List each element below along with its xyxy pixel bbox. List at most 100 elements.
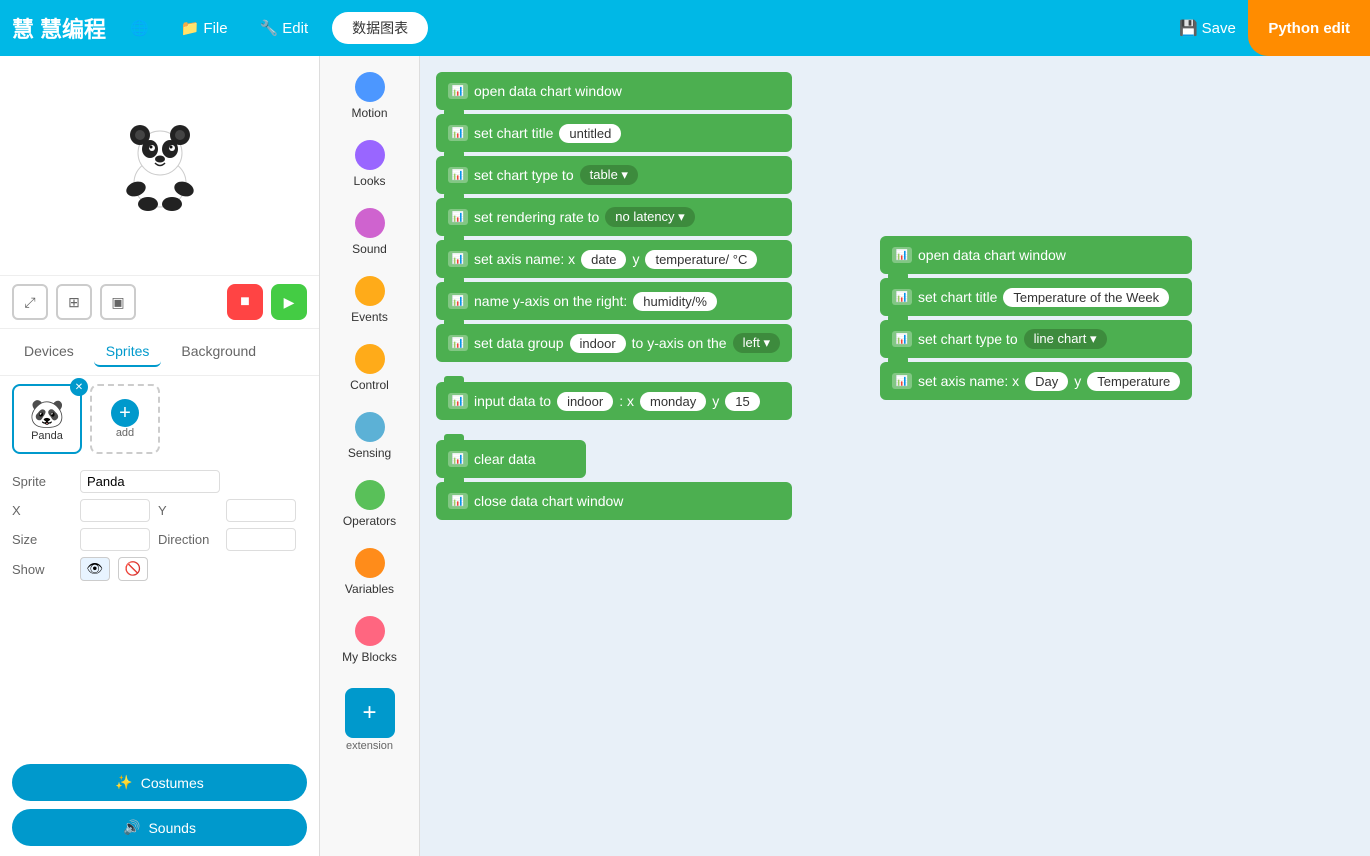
sound-icon: 🔊 — [123, 819, 140, 836]
chart-type-dropdown[interactable]: table ▾ — [580, 165, 638, 185]
shrink-button[interactable]: ▣ — [100, 284, 136, 320]
x-input[interactable]: -15 — [80, 499, 150, 522]
sprite-name-input[interactable] — [80, 470, 220, 493]
blocks-workspace: 📊 open data chart window 📊 set chart tit… — [420, 56, 1370, 856]
right-axis-pill[interactable]: humidity/% — [633, 292, 717, 311]
cat-variables[interactable]: Variables — [325, 540, 415, 604]
group-pill[interactable]: indoor — [570, 334, 626, 353]
input-group-pill[interactable]: indoor — [557, 392, 613, 411]
x-axis-pill[interactable]: date — [581, 250, 626, 269]
expand-button[interactable]: ⤢ — [12, 284, 48, 320]
motion-dot — [355, 72, 385, 102]
cat-control[interactable]: Control — [325, 336, 415, 400]
save-icon: 💾 — [1179, 19, 1198, 37]
left-panel: ⤢ ⊞ ▣ ■ ▶ Devices Sprites Background — [0, 56, 320, 856]
cat-myblocks[interactable]: My Blocks — [325, 608, 415, 672]
sprite-card-panda[interactable]: ✕ 🐼 Panda — [12, 384, 82, 454]
block-r-icon-3: 📊 — [892, 331, 912, 347]
cat-events[interactable]: Events — [325, 268, 415, 332]
control-dot — [355, 344, 385, 374]
input-x-pill[interactable]: monday — [640, 392, 706, 411]
yaxis-side-dropdown[interactable]: left ▾ — [733, 333, 780, 353]
r-y-axis-pill[interactable]: Temperature — [1087, 372, 1180, 391]
file-button[interactable]: 📁 File — [173, 15, 236, 41]
direction-input[interactable]: 90 — [226, 528, 296, 551]
block-icon-7: 📊 — [448, 335, 468, 351]
stop-button[interactable]: ■ — [227, 284, 263, 320]
add-label: add — [116, 427, 134, 439]
go-button[interactable]: ▶ — [271, 284, 307, 320]
tab-devices[interactable]: Devices — [12, 337, 86, 367]
panda-svg — [120, 121, 200, 211]
python-edit-button[interactable]: Python edit — [1248, 0, 1370, 56]
cat-myblocks-label: My Blocks — [342, 650, 397, 664]
block-input-data[interactable]: 📊 input data to indoor : x monday y 15 — [436, 382, 792, 420]
input-y-pill[interactable]: 15 — [725, 392, 759, 411]
block-yaxis-right[interactable]: 📊 name y-axis on the right: humidity/% — [436, 282, 792, 320]
category-panel: Motion Looks Sound Events Control Sensin… — [320, 56, 420, 856]
costumes-button[interactable]: ✨ Costumes — [12, 764, 307, 801]
r-title-pill[interactable]: Temperature of the Week — [1003, 288, 1169, 307]
show-visible-button[interactable]: 👁 — [80, 557, 110, 581]
size-input[interactable]: 100 — [80, 528, 150, 551]
cat-events-label: Events — [351, 310, 388, 324]
cat-motion[interactable]: Motion — [325, 64, 415, 128]
globe-button[interactable]: 🌐 — [122, 15, 157, 41]
sprite-preview — [120, 121, 200, 211]
block-r-icon-1: 📊 — [892, 247, 912, 263]
y-label: Y — [158, 503, 218, 518]
cat-motion-label: Motion — [351, 106, 387, 120]
block-set-type[interactable]: 📊 set chart type to table ▾ — [436, 156, 792, 194]
stop-icon: ■ — [240, 293, 250, 311]
main-layout: ⤢ ⊞ ▣ ■ ▶ Devices Sprites Background — [0, 56, 1370, 856]
split-button[interactable]: ⊞ — [56, 284, 92, 320]
tab-datacharts[interactable]: 数据图表 — [332, 12, 428, 44]
cat-sensing[interactable]: Sensing — [325, 404, 415, 468]
file-icon: 📁 — [181, 19, 200, 37]
stage-controls: ⤢ ⊞ ▣ ■ ▶ — [0, 276, 319, 329]
save-button[interactable]: 💾 Save — [1179, 19, 1236, 37]
y-axis-pill[interactable]: temperature/ °C — [645, 250, 757, 269]
cat-looks[interactable]: Looks — [325, 132, 415, 196]
add-sprite-button[interactable]: + add — [90, 384, 160, 454]
sounds-button[interactable]: 🔊 Sounds — [12, 809, 307, 846]
sound-dot — [355, 208, 385, 238]
block-icon-3: 📊 — [448, 167, 468, 183]
block-r-open-chart[interactable]: 📊 open data chart window — [880, 236, 1192, 274]
extension-button[interactable]: + — [345, 688, 395, 738]
logo-icon: 慧 — [12, 12, 34, 44]
cat-operators-label: Operators — [343, 514, 396, 528]
sprite-label: Sprite — [12, 474, 72, 489]
costume-icon: ✨ — [115, 774, 132, 791]
cat-control-label: Control — [350, 378, 389, 392]
bottom-buttons: ✨ Costumes 🔊 Sounds — [0, 754, 319, 856]
y-input[interactable]: -17 — [226, 499, 296, 522]
show-hidden-button[interactable]: 🚫 — [118, 557, 148, 581]
title-pill[interactable]: untitled — [559, 124, 621, 143]
block-r-axis-name[interactable]: 📊 set axis name: x Day y Temperature — [880, 362, 1192, 400]
r-chart-type-dropdown[interactable]: line chart ▾ — [1024, 329, 1107, 349]
block-open-chart[interactable]: 📊 open data chart window — [436, 72, 792, 110]
edit-icon: 🔧 — [260, 19, 279, 37]
block-rendering[interactable]: 📊 set rendering rate to no latency ▾ — [436, 198, 792, 236]
block-icon-10: 📊 — [448, 493, 468, 509]
block-axis-name[interactable]: 📊 set axis name: x date y temperature/ °… — [436, 240, 792, 278]
block-clear-data[interactable]: 📊 clear data — [436, 440, 586, 478]
tab-sprites[interactable]: Sprites — [94, 337, 162, 367]
block-r-icon-4: 📊 — [892, 373, 912, 389]
cat-sound[interactable]: Sound — [325, 200, 415, 264]
block-set-title[interactable]: 📊 set chart title untitled — [436, 114, 792, 152]
block-r-set-title[interactable]: 📊 set chart title Temperature of the Wee… — [880, 278, 1192, 316]
block-icon-1: 📊 — [448, 83, 468, 99]
block-r-set-type[interactable]: 📊 set chart type to line chart ▾ — [880, 320, 1192, 358]
cat-operators[interactable]: Operators — [325, 472, 415, 536]
stage-area — [0, 56, 319, 276]
tab-background[interactable]: Background — [169, 337, 268, 367]
block-data-group[interactable]: 📊 set data group indoor to y-axis on the… — [436, 324, 792, 362]
r-x-axis-pill[interactable]: Day — [1025, 372, 1068, 391]
close-sprite-button[interactable]: ✕ — [70, 378, 88, 396]
rendering-dropdown[interactable]: no latency ▾ — [605, 207, 694, 227]
edit-button[interactable]: 🔧 Edit — [252, 15, 317, 41]
cat-sensing-label: Sensing — [348, 446, 391, 460]
block-close-chart[interactable]: 📊 close data chart window — [436, 482, 792, 520]
